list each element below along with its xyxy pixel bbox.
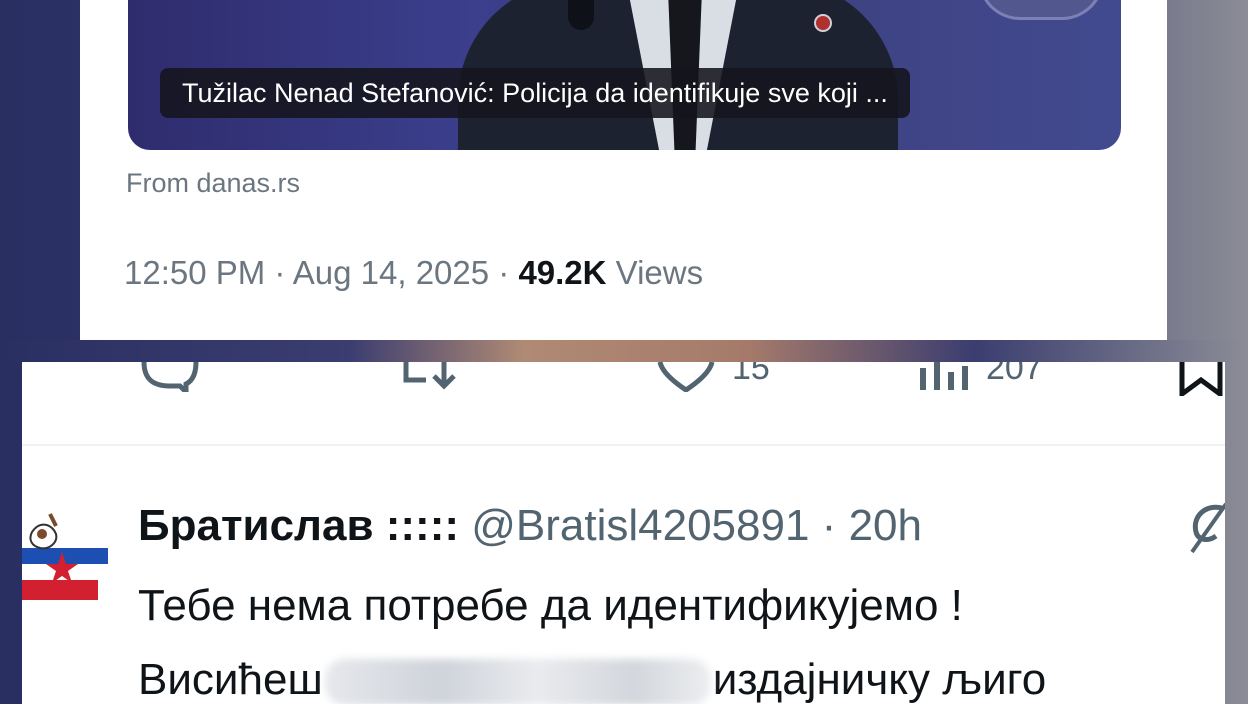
views-count: 49.2K [518,254,607,291]
avatar-image [22,513,108,600]
quoted-tweet-card: Tužilac Nenad Stefanović: Policija da id… [80,0,1167,340]
reply-text-end: издајничку љиго [712,655,1047,704]
bookmark-icon [1179,362,1223,396]
retweet-button[interactable] [400,362,464,392]
retweet-icon [403,362,456,390]
grok-button[interactable] [1188,502,1225,563]
like-button[interactable]: 15 [656,362,770,392]
link-source[interactable]: From danas.rs [126,168,300,199]
display-name[interactable]: Братислав ::::: [138,501,459,550]
tweet-time[interactable]: 12:50 PM [124,254,265,291]
like-icon [657,362,715,392]
photo-microphone [568,0,594,30]
meta-separator: · [265,254,293,291]
link-caption[interactable]: Tužilac Nenad Stefanović: Policija da id… [160,68,910,118]
reply-header: Братислав ::::: @Bratisl4205891 · 20h [138,502,922,550]
likes-count: 15 [732,362,770,387]
photo-emblem [978,0,1104,20]
collage-divider [0,340,1248,362]
reply-text-line2: Висићеш издајничку љиго [138,656,1046,704]
tweet-date[interactable]: Aug 14, 2025 [293,254,489,291]
link-preview-image[interactable]: Tužilac Nenad Stefanović: Policija da id… [128,0,1121,150]
photo-lapel-pin [814,14,832,32]
user-handle[interactable]: @Bratisl4205891 [471,501,809,550]
tweet-meta: 12:50 PM · Aug 14, 2025 · 49.2K Views [124,254,703,292]
divider [22,444,1225,446]
header-separator: · [809,501,849,550]
avatar[interactable] [22,512,108,612]
meta-separator: · [489,254,519,291]
bookmark-button[interactable] [1178,362,1224,396]
redacted-blur [324,659,711,704]
reply-tweet-card: 15 207 Братислав::::: @Bratisl4205891 ·… [22,362,1225,704]
reply-text-start: Висићеш [138,655,323,704]
views-count-bar: 207 [986,362,1043,387]
reply-text-line1: Тебе нема потребе да идентификујемо ! [138,581,963,630]
grok-icon [1190,502,1225,554]
reply-icon [141,362,199,392]
reply-time[interactable]: 20h [849,501,922,550]
views-chart-icon [920,362,968,390]
views-button[interactable]: 207 [918,362,1043,392]
tweet-action-bar: 15 207 [22,362,1225,442]
reply-button[interactable] [140,362,200,392]
views-label: Views [615,254,704,291]
